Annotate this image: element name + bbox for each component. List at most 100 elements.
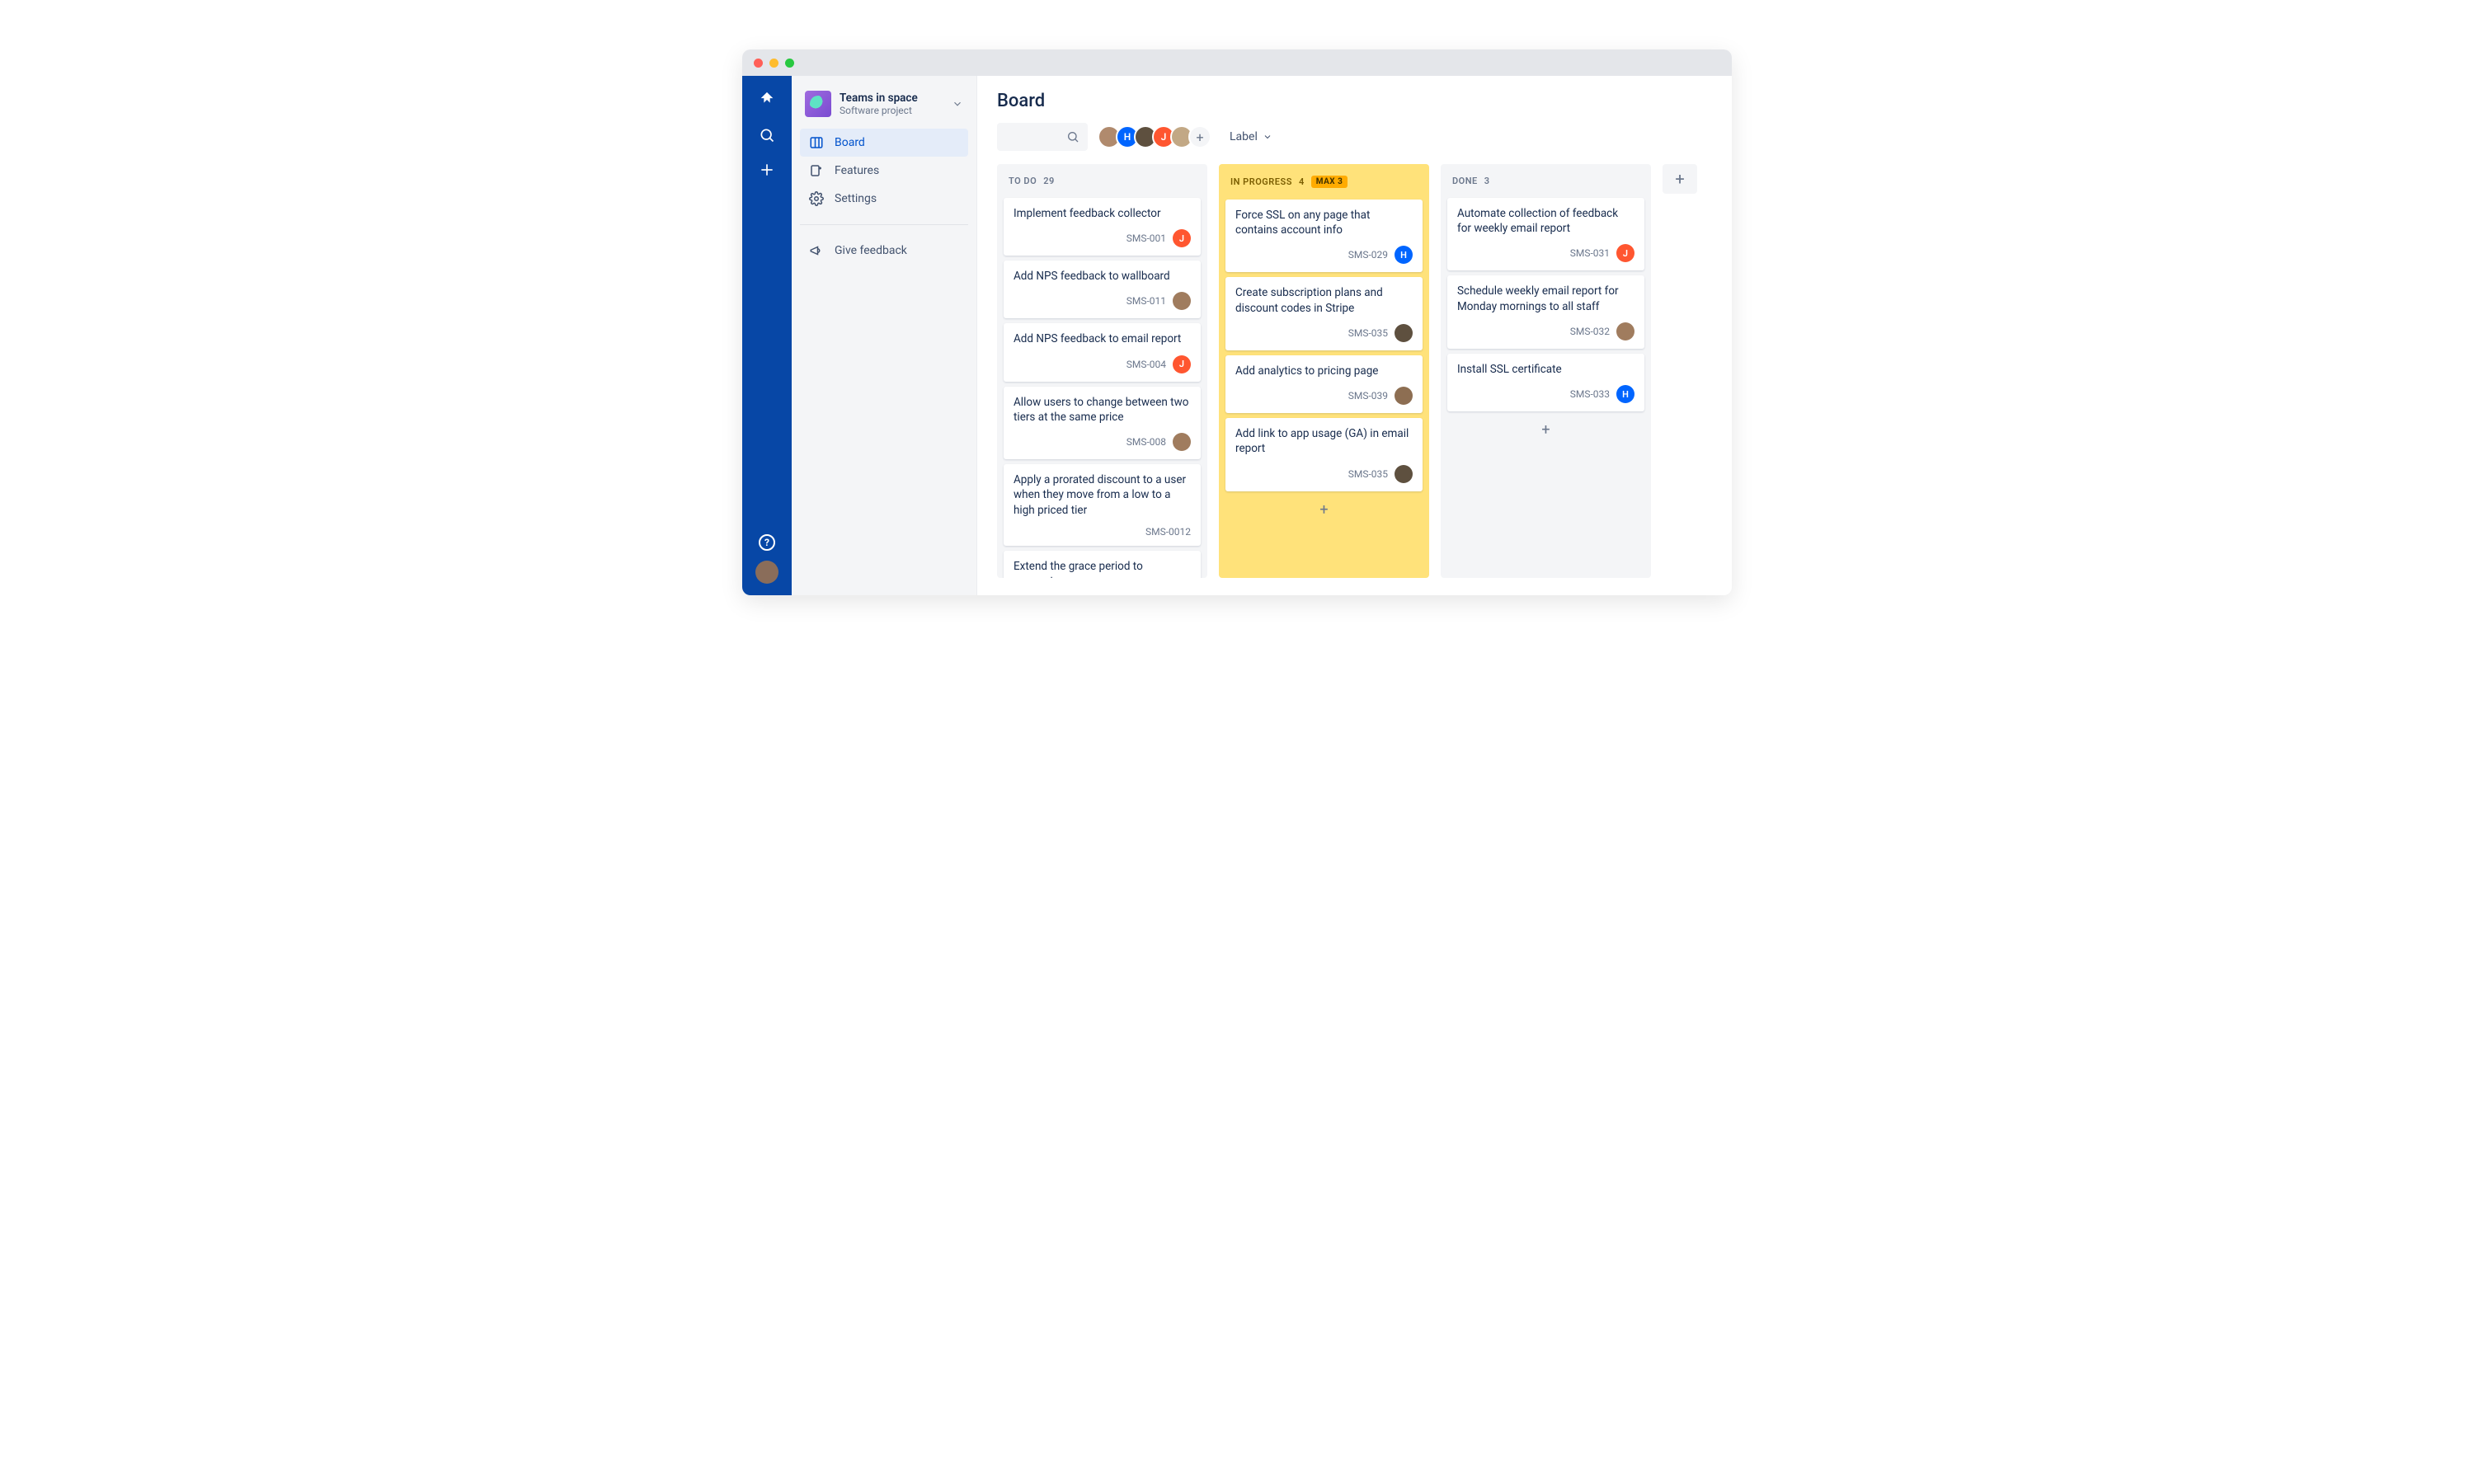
issue-card[interactable]: Force SSL on any page that contains acco…: [1225, 200, 1423, 272]
jira-logo-icon[interactable]: [758, 91, 776, 109]
issue-card[interactable]: Install SSL certificateSMS-033H: [1447, 354, 1644, 411]
card-title: Add analytics to pricing page: [1235, 364, 1413, 378]
assignee-avatar: J: [1173, 355, 1191, 373]
card-footer: SMS-029 H: [1235, 246, 1413, 264]
issue-key: SMS-039: [1348, 390, 1388, 402]
card-footer: SMS-039: [1235, 387, 1413, 405]
issue-card[interactable]: Allow users to change between two tiers …: [1004, 387, 1201, 459]
assignee-avatar: J: [1173, 229, 1191, 247]
project-logo-icon: [805, 91, 831, 117]
nav-rail: ?: [742, 76, 792, 595]
assignee-filter[interactable]: HJ+: [1098, 125, 1211, 148]
card-title: Allow users to change between two tiers …: [1014, 395, 1191, 425]
card-footer: SMS-033 H: [1457, 385, 1634, 403]
issue-key: SMS-032: [1570, 326, 1610, 337]
issue-key: SMS-033: [1570, 388, 1610, 400]
window-zoom-icon[interactable]: [785, 59, 794, 68]
issue-card[interactable]: Extend the grace period to accounts: [1004, 551, 1201, 578]
issue-card[interactable]: Apply a prorated discount to a user when…: [1004, 464, 1201, 546]
issue-key: SMS-031: [1570, 247, 1610, 259]
search-icon[interactable]: [759, 127, 775, 143]
assignee-avatar: [1395, 387, 1413, 405]
issue-key: SMS-035: [1348, 327, 1388, 339]
kanban-board: TO DO29 Implement feedback collectorSMS-0…: [997, 164, 1712, 578]
issue-card[interactable]: Add NPS feedback to wallboardSMS-011: [1004, 261, 1201, 318]
assignee-avatar: H: [1395, 246, 1413, 264]
card-title: Apply a prorated discount to a user when…: [1014, 472, 1191, 518]
column-header: TO DO29: [1004, 172, 1201, 193]
column-header: DONE 3: [1447, 172, 1644, 193]
add-card-button[interactable]: +: [1447, 416, 1644, 444]
profile-avatar[interactable]: [755, 561, 778, 584]
card-footer: SMS-032: [1457, 322, 1634, 340]
sidebar-item-board[interactable]: Board: [800, 129, 968, 157]
issue-card[interactable]: Automate collection of feedback for week…: [1447, 198, 1644, 270]
card-footer: SMS-031 J: [1457, 244, 1634, 262]
sidebar-item-features[interactable]: Features: [800, 157, 968, 185]
sidebar-item-label: Settings: [835, 192, 877, 205]
app-body: ? Teams in space Software project: [742, 76, 1732, 595]
column-name: DONE: [1452, 176, 1478, 186]
issue-card[interactable]: Add link to app usage (GA) in email repo…: [1225, 418, 1423, 491]
sidebar-item-label: Board: [835, 136, 865, 149]
megaphone-icon: [808, 243, 825, 258]
card-title: Schedule weekly email report for Monday …: [1457, 284, 1634, 313]
label-filter-text: Label: [1230, 130, 1258, 143]
issue-card[interactable]: Implement feedback collectorSMS-001J: [1004, 198, 1201, 256]
column-header: IN PROGRESS 4 MAX 3: [1225, 172, 1423, 195]
assignee-avatar: H: [1616, 385, 1634, 403]
issue-key: SMS-008: [1126, 436, 1166, 448]
sidebar-item-feedback[interactable]: Give feedback: [800, 237, 968, 265]
column-name: IN PROGRESS: [1230, 176, 1292, 187]
card-footer: SMS-035: [1235, 465, 1413, 483]
issue-card[interactable]: Create subscription plans and discount c…: [1225, 277, 1423, 350]
project-selector[interactable]: Teams in space Software project: [800, 87, 968, 129]
assignee-avatar: [1395, 324, 1413, 342]
board-column: TO DO29 Implement feedback collectorSMS-0…: [997, 164, 1207, 578]
add-card-button[interactable]: +: [1225, 496, 1423, 524]
card-footer: SMS-008: [1014, 433, 1191, 451]
column-count: 4: [1299, 176, 1305, 187]
window-close-icon[interactable]: [754, 59, 763, 68]
app-window: ? Teams in space Software project: [742, 49, 1732, 595]
sidebar: Teams in space Software project Board Fe…: [792, 76, 977, 595]
card-title: Add link to app usage (GA) in email repo…: [1235, 426, 1413, 456]
board-icon: [808, 135, 825, 150]
card-title: Add NPS feedback to email report: [1014, 331, 1191, 346]
assignee-avatar: [1173, 433, 1191, 451]
chevron-down-icon: [1263, 132, 1272, 142]
card-footer: SMS-004J: [1014, 355, 1191, 373]
page-title: Board: [997, 91, 1712, 111]
card-footer: SMS-035: [1235, 324, 1413, 342]
label-filter[interactable]: Label: [1230, 130, 1272, 143]
project-name: Teams in space: [840, 92, 918, 105]
add-column-button[interactable]: +: [1663, 164, 1697, 194]
sidebar-item-label: Features: [835, 164, 879, 177]
wip-limit-badge: MAX 3: [1311, 176, 1348, 188]
assignee-avatar: [1616, 322, 1634, 340]
window-minimize-icon[interactable]: [769, 59, 778, 68]
board-column: IN PROGRESS 4 MAX 3 Force SSL on any page t…: [1219, 164, 1429, 578]
help-icon[interactable]: ?: [759, 534, 775, 551]
sidebar-divider: [800, 224, 968, 225]
add-people-button[interactable]: +: [1188, 125, 1211, 148]
features-icon: [808, 163, 825, 178]
window-titlebar: [742, 49, 1732, 76]
issue-card[interactable]: Add analytics to pricing page SMS-039: [1225, 355, 1423, 413]
column-count: 3: [1484, 176, 1490, 186]
chevron-down-icon: [952, 98, 963, 110]
project-subtitle: Software project: [840, 105, 918, 116]
assignee-avatar: [1173, 292, 1191, 310]
issue-key: SMS-029: [1348, 249, 1388, 261]
column-name: TO DO: [1009, 176, 1037, 186]
search-input[interactable]: [997, 123, 1088, 151]
create-icon[interactable]: [759, 162, 775, 178]
issue-card[interactable]: Schedule weekly email report for Monday …: [1447, 275, 1644, 348]
gear-icon: [808, 191, 825, 206]
assignee-avatar: J: [1616, 244, 1634, 262]
search-icon: [1066, 130, 1079, 143]
sidebar-item-settings[interactable]: Settings: [800, 185, 968, 213]
issue-card[interactable]: Add NPS feedback to email report SMS-004J: [1004, 323, 1201, 381]
assignee-avatar: [1395, 465, 1413, 483]
card-title: Extend the grace period to accounts: [1014, 559, 1191, 578]
